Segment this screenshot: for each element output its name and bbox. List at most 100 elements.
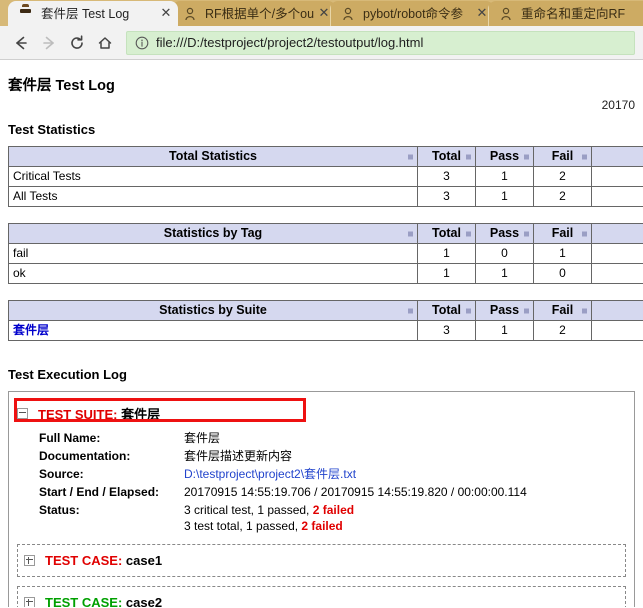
browser-tab-0[interactable]: 套件层 Test Log ✕ [8, 1, 178, 26]
sort-indicator-icon [524, 154, 529, 159]
table-row: Critical Tests 3 1 2 00:00: [8, 166, 643, 187]
row-elapsed: 00:00: [591, 166, 643, 187]
suite-link[interactable]: 套件层 [13, 323, 49, 337]
table-row: 套件层 3 1 2 00:00: [8, 320, 643, 341]
total-statistics-table: Total Statistics Total Pass Fail Elapsed… [8, 146, 643, 207]
col-header-total[interactable]: Total [417, 300, 476, 321]
forward-arrow-icon[interactable] [36, 30, 62, 56]
test-execution-log-heading: Test Execution Log [8, 367, 127, 382]
back-arrow-icon[interactable] [8, 30, 34, 56]
meta-row-full-name: Full Name: 套件层 [39, 429, 527, 447]
row-elapsed: 00:00: [591, 186, 643, 207]
browser-toolbar: file:///D:/testproject/project2/testoutp… [0, 26, 643, 60]
col-header-fail[interactable]: Fail [533, 223, 592, 244]
table-header-row: Total Statistics Total Pass Fail Elapsed [8, 146, 643, 167]
documentation-value: 套件层描述更新内容 [184, 449, 293, 463]
sort-indicator-icon [408, 154, 413, 159]
col-header-name[interactable]: Statistics by Suite [8, 300, 418, 321]
meta-row-documentation: Documentation: 套件层描述更新内容 [39, 447, 527, 465]
col-header-elapsed[interactable]: Elapsed [591, 146, 643, 167]
row-pass: 0 [475, 243, 534, 264]
sort-indicator-icon [524, 308, 529, 313]
meta-row-times: Start / End / Elapsed: 20170915 14:55:19… [39, 483, 527, 501]
address-bar[interactable]: file:///D:/testproject/project2/testoutp… [126, 30, 635, 55]
reload-icon[interactable] [64, 30, 90, 56]
sort-indicator-icon [408, 231, 413, 236]
row-total: 3 [417, 186, 476, 207]
source-link[interactable]: D:\testproject\project2\套件层.txt [184, 467, 356, 481]
start-end-elapsed-value: 20170915 14:55:19.706 / 20170915 14:55:1… [184, 485, 527, 499]
tab-title-1: RF根据单个/多个ou [205, 6, 314, 21]
tab-title-0: 套件层 Test Log [41, 6, 130, 21]
row-label: All Tests [8, 186, 418, 207]
col-header-name[interactable]: Statistics by Tag [8, 223, 418, 244]
full-name-value: 套件层 [184, 431, 221, 445]
sort-indicator-icon [408, 308, 413, 313]
execution-log-box: TEST SUITE: 套件层 Full Name: 套件层 Documenta… [8, 391, 635, 607]
documentation-label: Documentation: [39, 449, 131, 463]
row-fail: 1 [533, 243, 592, 264]
row-fail: 0 [533, 263, 592, 284]
case-name: case1 [125, 553, 163, 568]
page-viewport: 套件层 Test Log 20170 Test Statistics Total… [0, 60, 643, 607]
col-header-total[interactable]: Total [417, 146, 476, 167]
statistics-by-suite-table: Statistics by Suite Total Pass Fail Elap… [8, 300, 643, 341]
col-header-pass[interactable]: Pass [475, 300, 534, 321]
row-fail: 2 [533, 166, 592, 187]
log-document: 套件层 Test Log 20170 Test Statistics Total… [0, 60, 643, 607]
col-header-pass[interactable]: Pass [475, 146, 534, 167]
col-header-elapsed[interactable]: Elapsed [591, 223, 643, 244]
home-icon[interactable] [92, 30, 118, 56]
test-case-row-0[interactable]: TEST CASE: case1 [17, 544, 626, 577]
row-total: 3 [417, 166, 476, 187]
browser-tab-3[interactable]: 重命名和重定向RF [488, 1, 643, 26]
status-value: 3 critical test, 1 passed, 2 failed 3 te… [184, 501, 527, 535]
sort-indicator-icon [466, 154, 471, 159]
address-bar-url: file:///D:/testproject/project2/testoutp… [156, 34, 424, 50]
row-total: 3 [417, 320, 476, 341]
person-icon-2 [340, 6, 356, 22]
tab-strip: 套件层 Test Log ✕ RF根据单个/多个ou ✕ pybot/robot… [0, 0, 643, 26]
collapse-toggle-icon[interactable] [17, 408, 28, 419]
tab-title-3: 重命名和重定向RF [521, 6, 626, 21]
generated-timestamp: 20170 [601, 98, 635, 112]
row-label: fail [8, 243, 418, 264]
start-end-elapsed-label: Start / End / Elapsed: [39, 485, 160, 499]
status-total-failed: 2 failed [301, 519, 343, 533]
row-pass: 1 [475, 263, 534, 284]
table-header-row: Statistics by Tag Total Pass Fail Elapse… [8, 223, 643, 244]
row-fail: 2 [533, 320, 592, 341]
browser-tab-1[interactable]: RF根据单个/多个ou ✕ [172, 1, 336, 26]
expand-toggle-icon[interactable] [24, 555, 35, 566]
person-icon-3 [498, 6, 514, 22]
col-header-fail[interactable]: Fail [533, 300, 592, 321]
test-statistics-heading: Test Statistics [8, 122, 96, 137]
test-case-row-1[interactable]: TEST CASE: case2 [17, 586, 626, 607]
sort-indicator-icon [582, 154, 587, 159]
col-header-total[interactable]: Total [417, 223, 476, 244]
statistics-by-tag-table: Statistics by Tag Total Pass Fail Elapse… [8, 223, 643, 284]
sort-indicator-icon [582, 308, 587, 313]
row-elapsed: 00:00: [591, 243, 643, 264]
col-header-name[interactable]: Total Statistics [8, 146, 418, 167]
row-elapsed: 00:00: [591, 263, 643, 284]
info-circle-icon[interactable] [135, 36, 149, 50]
row-pass: 1 [475, 186, 534, 207]
status-critical-failed: 2 failed [312, 503, 355, 517]
table-row: fail 1 0 1 00:00: [8, 243, 643, 264]
browser-tab-2[interactable]: pybot/robot命令参 ✕ [330, 1, 494, 26]
col-header-fail[interactable]: Fail [533, 146, 592, 167]
tab-close-icon-0[interactable]: ✕ [158, 6, 174, 22]
col-header-pass[interactable]: Pass [475, 223, 534, 244]
sort-indicator-icon [466, 308, 471, 313]
expand-toggle-icon[interactable] [24, 597, 35, 607]
row-pass: 1 [475, 166, 534, 187]
case-kind-label: TEST CASE: [45, 553, 123, 568]
test-case-heading-1: TEST CASE: case2 [45, 595, 162, 607]
suite-header[interactable]: TEST SUITE: 套件层 [17, 404, 626, 423]
col-header-elapsed[interactable]: Elapsed [591, 300, 643, 321]
case-kind-label: TEST CASE: [45, 595, 123, 607]
full-name-label: Full Name: [39, 431, 101, 445]
robot-framework-logo-icon [18, 6, 34, 22]
page-title: 套件层 Test Log [8, 78, 115, 94]
